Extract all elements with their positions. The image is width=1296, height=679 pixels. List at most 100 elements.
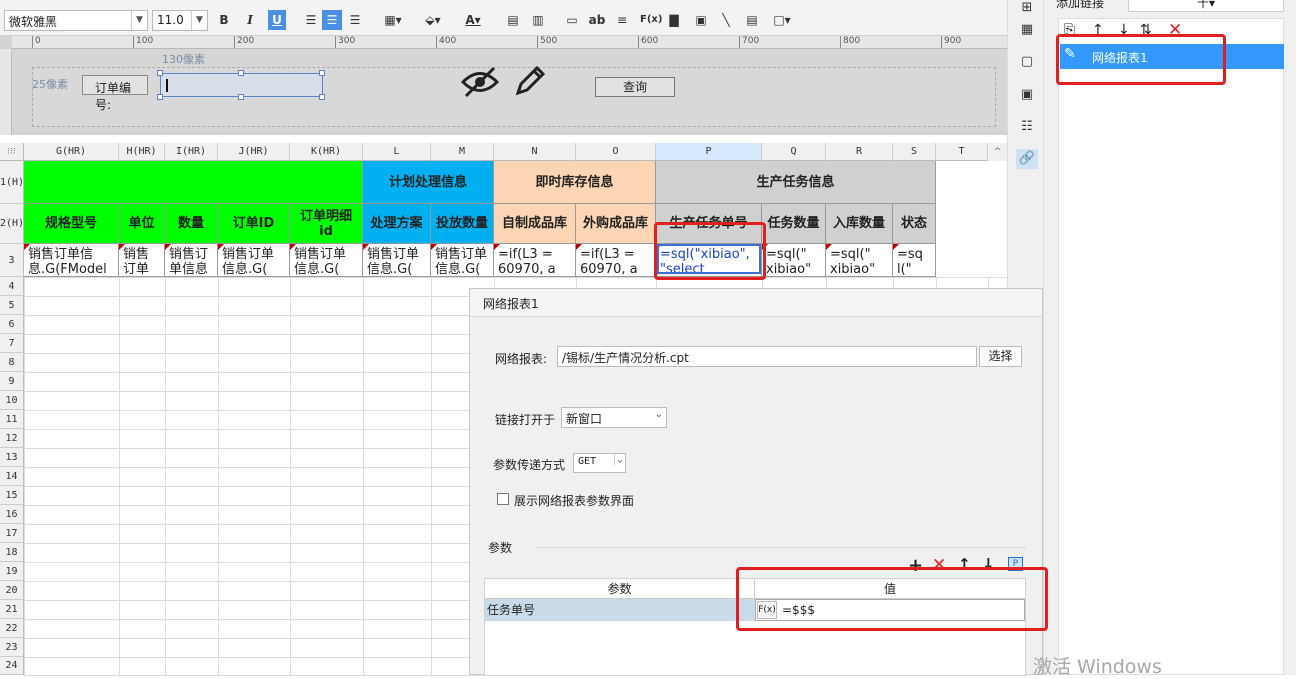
select-all-corner[interactable]: ⁝⁝⁝ [0,143,24,161]
subreport-icon[interactable]: ▤ [744,10,760,30]
row-header[interactable]: 1(H) [0,161,24,204]
header-cell[interactable]: 数量 [165,204,218,244]
hyperlink-icon[interactable]: 🔗 [1016,149,1038,169]
formula-button[interactable]: F(x) [640,10,662,30]
column-header[interactable]: N [494,143,576,161]
header-cell[interactable]: 处理方案 [363,204,431,244]
data-cell[interactable]: 销售订单 信息.G( [290,244,363,277]
param-name-cell[interactable]: 任务单号 [485,599,755,621]
text-cell-button[interactable]: ab [588,10,606,30]
header-cell[interactable]: 订单ID [218,204,290,244]
align-right-icon[interactable]: ☰ [346,10,364,30]
column-header[interactable]: O [576,143,656,161]
column-header[interactable]: R [826,143,893,161]
row-header[interactable]: 11 [0,410,24,429]
data-cell[interactable]: 销售订单 信息.G( [363,244,431,277]
row-header[interactable]: 23 [0,638,24,657]
align-left-icon[interactable]: ☰ [302,10,320,30]
column-header[interactable]: L [363,143,431,161]
unmerge-icon[interactable]: ▥ [530,10,546,30]
grid-icon[interactable]: ⊞ [1019,0,1035,16]
param-up-icon[interactable]: ↑ [958,555,971,573]
row-header[interactable]: 19 [0,562,24,581]
column-header[interactable]: P [656,143,762,161]
resize-handle[interactable] [157,70,163,76]
row-header[interactable]: 12 [0,429,24,448]
resize-handle[interactable] [319,94,325,100]
sort-icon[interactable]: ⇅ [1140,22,1152,38]
align-center-icon[interactable]: ☰ [322,10,342,30]
query-button[interactable]: 查询 [595,77,675,97]
frame-icon[interactable]: ▢ [1019,54,1035,70]
delete-param-icon[interactable]: ✕ [932,555,946,575]
border-icon[interactable]: ▦▾ [378,10,408,30]
row-header[interactable]: 20 [0,581,24,600]
cell-attr-icon[interactable]: ▦ [1019,22,1035,38]
move-down-icon[interactable]: ↓ [1118,22,1130,38]
underline-button[interactable]: U [268,10,286,30]
header-group-stock[interactable]: 即时库存信息 [494,161,656,204]
delete-icon[interactable]: ✕ [1168,20,1182,40]
row-header[interactable]: 24 [0,657,24,675]
row-header[interactable]: 10 [0,391,24,410]
column-header[interactable]: K(HR) [290,143,363,161]
row-header[interactable]: 17 [0,524,24,543]
row-header[interactable]: 14 [0,467,24,486]
column-header[interactable]: I(HR) [165,143,218,161]
data-cell[interactable]: 销售订 单信息 [165,244,218,277]
row-header[interactable]: 4 [0,277,24,296]
resize-handle[interactable] [238,94,244,100]
column-header[interactable]: G(HR) [24,143,119,161]
header-cell[interactable]: 入库数量 [826,204,893,244]
data-cell[interactable]: =sql(" xibiao" [762,244,826,277]
copy-icon[interactable]: ⎘ [1064,22,1075,38]
italic-button[interactable]: I [242,10,258,30]
row-header[interactable]: 22 [0,619,24,638]
show-params-checkbox[interactable] [497,493,509,505]
add-link-dropdown[interactable]: 十▾ [1128,0,1284,12]
data-cell[interactable]: =if(L3 = 60970, a [494,244,576,277]
header-cell[interactable]: 单位 [119,204,165,244]
image-icon[interactable]: ▣ [692,10,710,30]
row-header[interactable]: 15 [0,486,24,505]
pencil-icon[interactable] [512,63,548,99]
minus-icon[interactable]: ▭ [564,10,580,30]
row-header[interactable]: 7 [0,334,24,353]
add-param-icon[interactable]: + [908,555,923,576]
row-header[interactable]: 8 [0,353,24,372]
param-down-icon[interactable]: ↓ [982,555,995,573]
font-name-select[interactable]: 微软雅黑 ▼ [4,10,148,31]
slash-icon[interactable]: ╲ [718,10,734,30]
header-cell[interactable]: 订单明细 id [290,204,363,244]
data-cell[interactable]: 销售 订单 [119,244,165,277]
text-color-button[interactable]: A▾ [456,10,490,30]
header-group-task[interactable]: 生产任务信息 [656,161,936,204]
row-header[interactable]: 5 [0,296,24,315]
data-cell[interactable]: =if(L3 = 60970, a [576,244,656,277]
header-cell[interactable]: 生产任务单号 [656,204,762,244]
data-cell[interactable]: =sql("xibiao", "select [656,244,762,277]
data-cell[interactable]: =sq l(" [893,244,936,277]
resize-handle[interactable] [238,70,244,76]
data-cell[interactable]: 销售订单信 息.G(FModel [24,244,119,277]
more-icon[interactable]: □▾ [768,10,796,30]
link-item-selected[interactable]: ✎ 网络报表1 [1060,44,1284,69]
header-group-plan[interactable]: 计划处理信息 [363,161,494,204]
scroll-up-button[interactable]: ^ [988,143,1007,161]
bold-button[interactable]: B [216,10,232,30]
header-cell[interactable]: 规格型号 [24,204,119,244]
row-header[interactable]: 18 [0,543,24,562]
order-no-label[interactable]: 订单编号: [82,75,148,112]
header-cell[interactable]: 状态 [893,204,936,244]
fx-button[interactable]: F(x) [757,601,777,619]
data-cell[interactable]: =sql(" xibiao" [826,244,893,277]
widget-icon[interactable]: ▣ [1019,87,1035,103]
row-header[interactable]: 9 [0,372,24,391]
header-cell[interactable]: 任务数量 [762,204,826,244]
report-path-input[interactable]: /锡标/生产情况分析.cpt [557,346,977,367]
header-cell[interactable]: 外购成品库 [576,204,656,244]
column-header[interactable]: T [936,143,988,161]
row-header[interactable]: 13 [0,448,24,467]
fill-color-icon[interactable]: ⬙▾ [418,10,448,30]
row-header[interactable]: 6 [0,315,24,334]
